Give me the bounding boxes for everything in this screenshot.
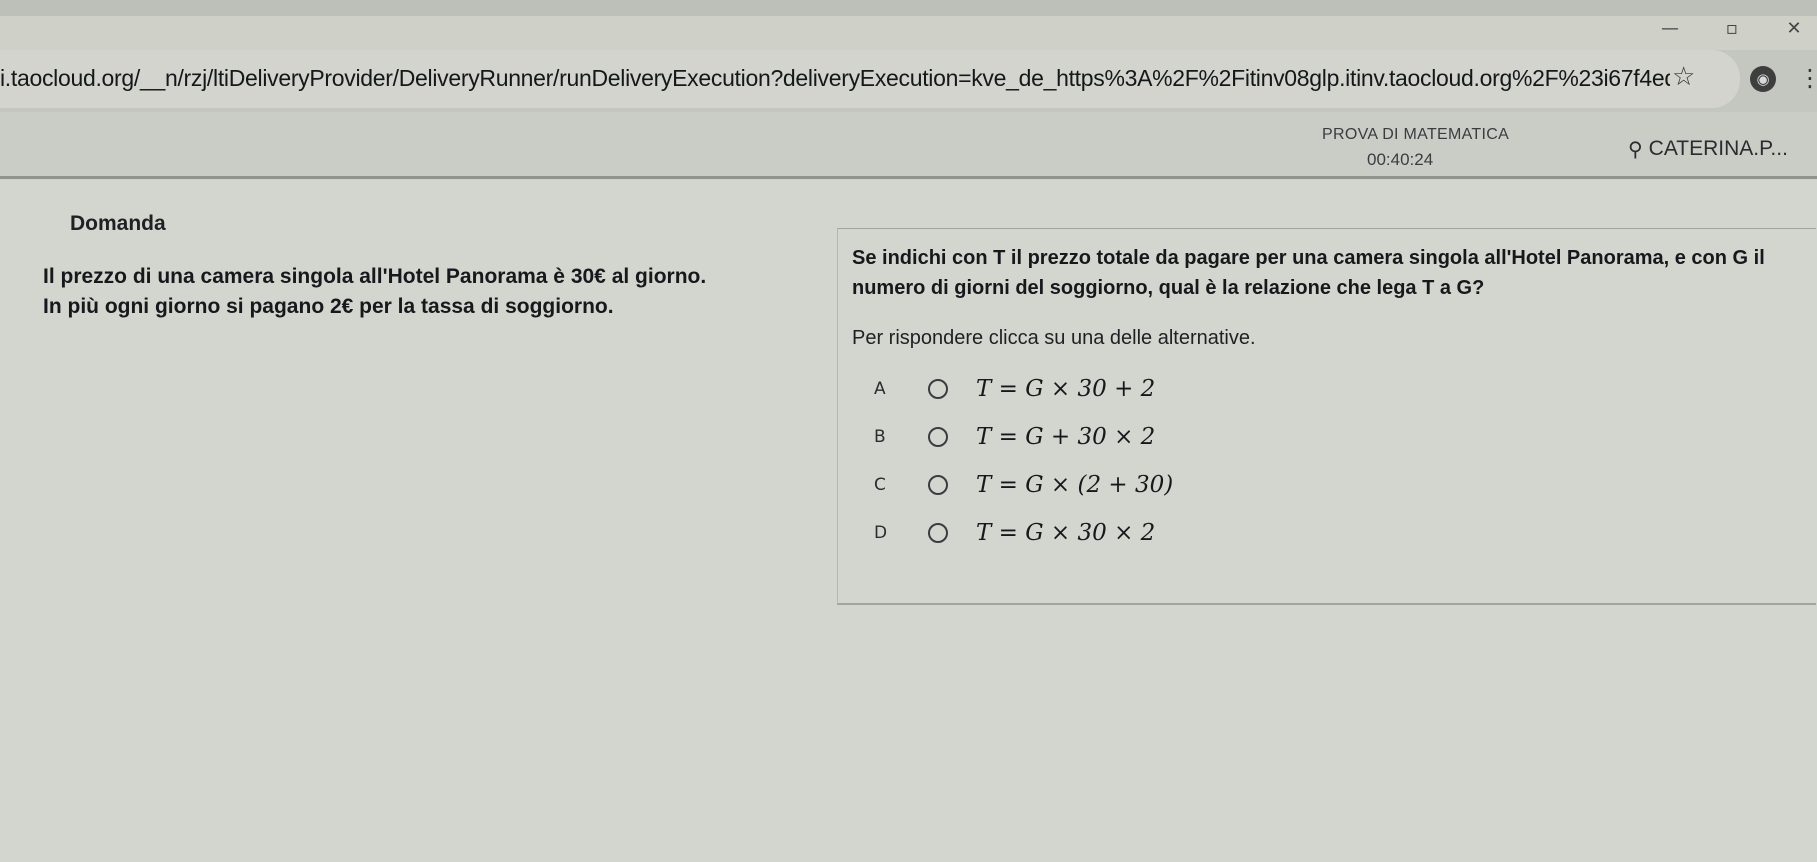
radio-button[interactable] bbox=[928, 523, 948, 543]
browser-toolbar: i.taocloud.org/__n/rzj/ltiDeliveryProvid… bbox=[0, 50, 1817, 113]
question-stimulus: Il prezzo di una camera singola all'Hote… bbox=[43, 262, 823, 322]
question-label: Domanda bbox=[70, 212, 166, 235]
window-controls: — ▫ ✕ bbox=[1659, 18, 1805, 39]
radio-button[interactable] bbox=[928, 475, 948, 495]
answer-instruction: Per rispondere clicca su una delle alter… bbox=[852, 327, 1256, 349]
choice-c[interactable]: C T = G × (2 + 30) bbox=[874, 465, 1173, 505]
choice-interaction: Se indichi con T il prezzo totale da pag… bbox=[837, 228, 1816, 605]
choice-d[interactable]: D T = G × 30 × 2 bbox=[874, 513, 1155, 553]
profile-icon[interactable]: ◉ bbox=[1750, 66, 1776, 92]
test-timer: 00:40:24 bbox=[1367, 150, 1434, 169]
choice-formula: T = G + 30 × 2 bbox=[976, 424, 1156, 450]
choice-a[interactable]: A T = G × 30 + 2 bbox=[874, 369, 1155, 409]
test-header: PROVA DI MATEMATICA 00:40:24 ⚲ CATERINA.… bbox=[0, 112, 1817, 179]
choice-formula: T = G × 30 × 2 bbox=[976, 520, 1156, 546]
choice-letter: A bbox=[874, 379, 886, 399]
choice-letter: D bbox=[874, 523, 888, 543]
question-area: Domanda Il prezzo di una camera singola … bbox=[0, 180, 1817, 862]
choice-formula: T = G × (2 + 30) bbox=[976, 472, 1174, 498]
choice-b[interactable]: B T = G + 30 × 2 bbox=[874, 417, 1155, 457]
close-icon[interactable]: ✕ bbox=[1783, 18, 1805, 39]
kebab-menu-icon[interactable]: ⋮ bbox=[1798, 64, 1817, 92]
stimulus-line-2: In più ogni giorno si pagano 2€ per la t… bbox=[43, 295, 614, 318]
address-bar[interactable]: i.taocloud.org/__n/rzj/ltiDeliveryProvid… bbox=[0, 50, 1740, 108]
window-tab-strip bbox=[0, 0, 1817, 16]
radio-button[interactable] bbox=[928, 427, 948, 447]
user-menu[interactable]: ⚲ CATERINA.P... bbox=[1628, 137, 1788, 161]
choice-letter: C bbox=[874, 475, 886, 495]
test-title: PROVA DI MATEMATICA bbox=[1322, 126, 1510, 143]
maximize-icon[interactable]: ▫ bbox=[1721, 18, 1743, 39]
person-icon: ⚲ bbox=[1628, 137, 1643, 161]
user-name: CATERINA.P... bbox=[1648, 137, 1788, 160]
star-icon[interactable]: ☆ bbox=[1672, 62, 1695, 92]
choice-formula: T = G × 30 + 2 bbox=[976, 376, 1156, 402]
radio-button[interactable] bbox=[928, 379, 948, 399]
question-prompt: Se indichi con T il prezzo totale da pag… bbox=[852, 247, 1765, 299]
url-text[interactable]: i.taocloud.org/__n/rzj/ltiDeliveryProvid… bbox=[0, 65, 1670, 92]
choice-letter: B bbox=[874, 427, 886, 447]
minimize-icon[interactable]: — bbox=[1659, 18, 1681, 39]
stimulus-line-1: Il prezzo di una camera singola all'Hote… bbox=[43, 265, 707, 288]
